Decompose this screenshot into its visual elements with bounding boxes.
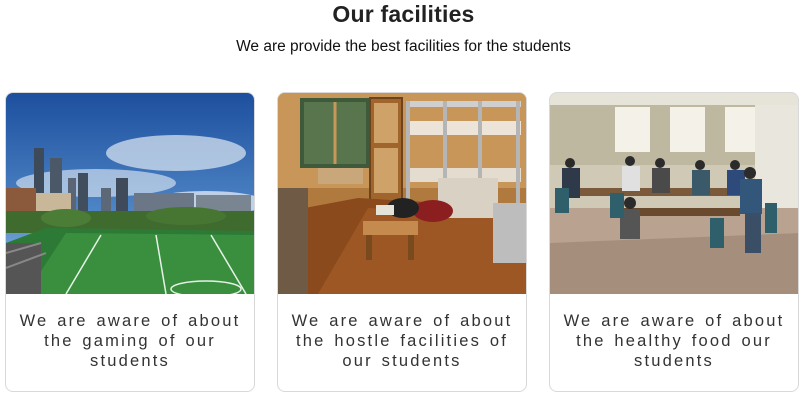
facility-card-text: We are aware of about the gaming of our …: [19, 312, 241, 370]
facility-card-food: We are aware of about the healthy food o…: [549, 92, 799, 392]
facility-card-gaming: We are aware of about the gaming of our …: [5, 92, 255, 392]
facility-card-text: We are aware of about the hostle facilit…: [291, 312, 513, 370]
dining-hall-image: [550, 93, 798, 294]
facility-card-hostel: We are aware of about the hostle facilit…: [277, 92, 527, 392]
page-title: Our facilities: [332, 1, 475, 27]
sports-field-image: [6, 93, 254, 294]
facility-card-text: We are aware of about the healthy food o…: [563, 312, 785, 370]
hostel-room-image: [278, 93, 526, 294]
page-subtitle: We are provide the best facilities for t…: [236, 38, 571, 55]
